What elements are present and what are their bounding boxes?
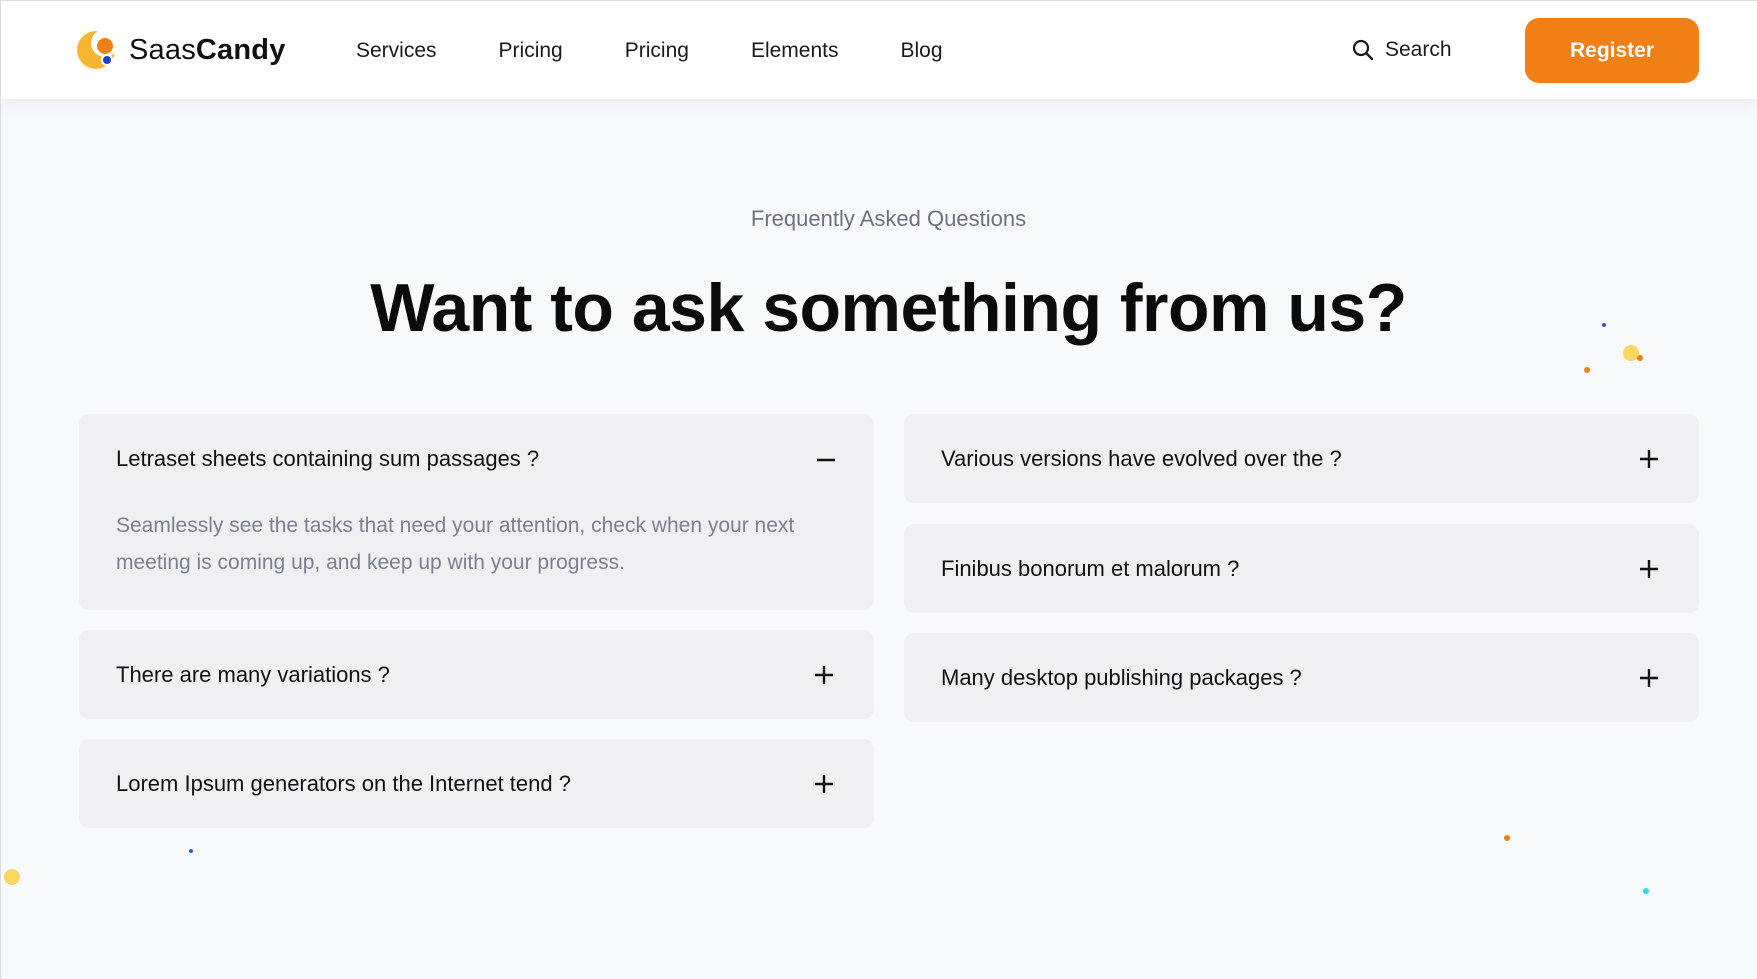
nav-item-blog[interactable]: Blog (900, 39, 942, 63)
minus-icon[interactable] (816, 450, 836, 470)
decor-dot-cyan (1643, 888, 1649, 894)
decor-dot-blue (189, 849, 193, 853)
decor-dot-orange (1584, 367, 1590, 373)
faq-item[interactable]: Many desktop publishing packages ? (904, 633, 1699, 722)
main-nav: Services Pricing Pricing Elements Blog (356, 39, 1005, 63)
faq-item[interactable]: Various versions have evolved over the ? (904, 414, 1699, 503)
faq-question: Various versions have evolved over the ? (941, 446, 1342, 471)
section-title: Want to ask something from us? (370, 270, 1407, 346)
section-eyebrow: Frequently Asked Questions (750, 206, 1027, 231)
logo-text: SaasCandy (129, 34, 286, 67)
plus-icon[interactable] (1639, 559, 1659, 579)
plus-icon[interactable] (814, 665, 834, 685)
nav-item-elements[interactable]: Elements (751, 39, 839, 63)
decor-dot-blue (1602, 323, 1606, 327)
decor-dot-orange (1504, 835, 1510, 841)
page: SaasCandy Services Pricing Pricing Eleme… (0, 0, 1757, 979)
faq-question: Letraset sheets containing sum passages … (116, 446, 540, 471)
faq-question: Finibus bonorum et malorum ? (941, 556, 1240, 581)
plus-icon[interactable] (814, 774, 834, 794)
faq-item[interactable]: There are many variations ? (79, 630, 874, 719)
faq-answer: Seamlessly see the tasks that need your … (116, 514, 795, 574)
faq-question: Lorem Ipsum generators on the Internet t… (116, 771, 571, 796)
register-button[interactable]: Register (1525, 18, 1699, 83)
search-button[interactable]: Search (1351, 38, 1452, 62)
search-icon (1352, 39, 1374, 61)
logo[interactable]: SaasCandy (77, 29, 286, 71)
faq-question: Many desktop publishing packages ? (941, 665, 1302, 690)
plus-icon[interactable] (1639, 668, 1659, 688)
faq-item-expanded[interactable]: Letraset sheets containing sum passages … (79, 414, 874, 610)
decor-dot-orange (1637, 355, 1643, 361)
faq-item[interactable]: Finibus bonorum et malorum ? (904, 524, 1699, 613)
site-header: SaasCandy Services Pricing Pricing Eleme… (1, 1, 1757, 99)
faq-item[interactable]: Lorem Ipsum generators on the Internet t… (79, 739, 874, 828)
logo-icon (77, 29, 119, 71)
nav-item-pricing[interactable]: Pricing (499, 39, 563, 63)
plus-icon[interactable] (1639, 449, 1659, 469)
faq-question: There are many variations ? (116, 662, 390, 687)
decor-dot-yellow (4, 869, 20, 885)
logo-text-bold: Candy (195, 33, 286, 66)
logo-text-light: Saas (129, 33, 196, 66)
nav-item-services[interactable]: Services (356, 39, 437, 63)
search-label: Search (1385, 38, 1452, 61)
nav-item-pricing-2[interactable]: Pricing (625, 39, 689, 63)
